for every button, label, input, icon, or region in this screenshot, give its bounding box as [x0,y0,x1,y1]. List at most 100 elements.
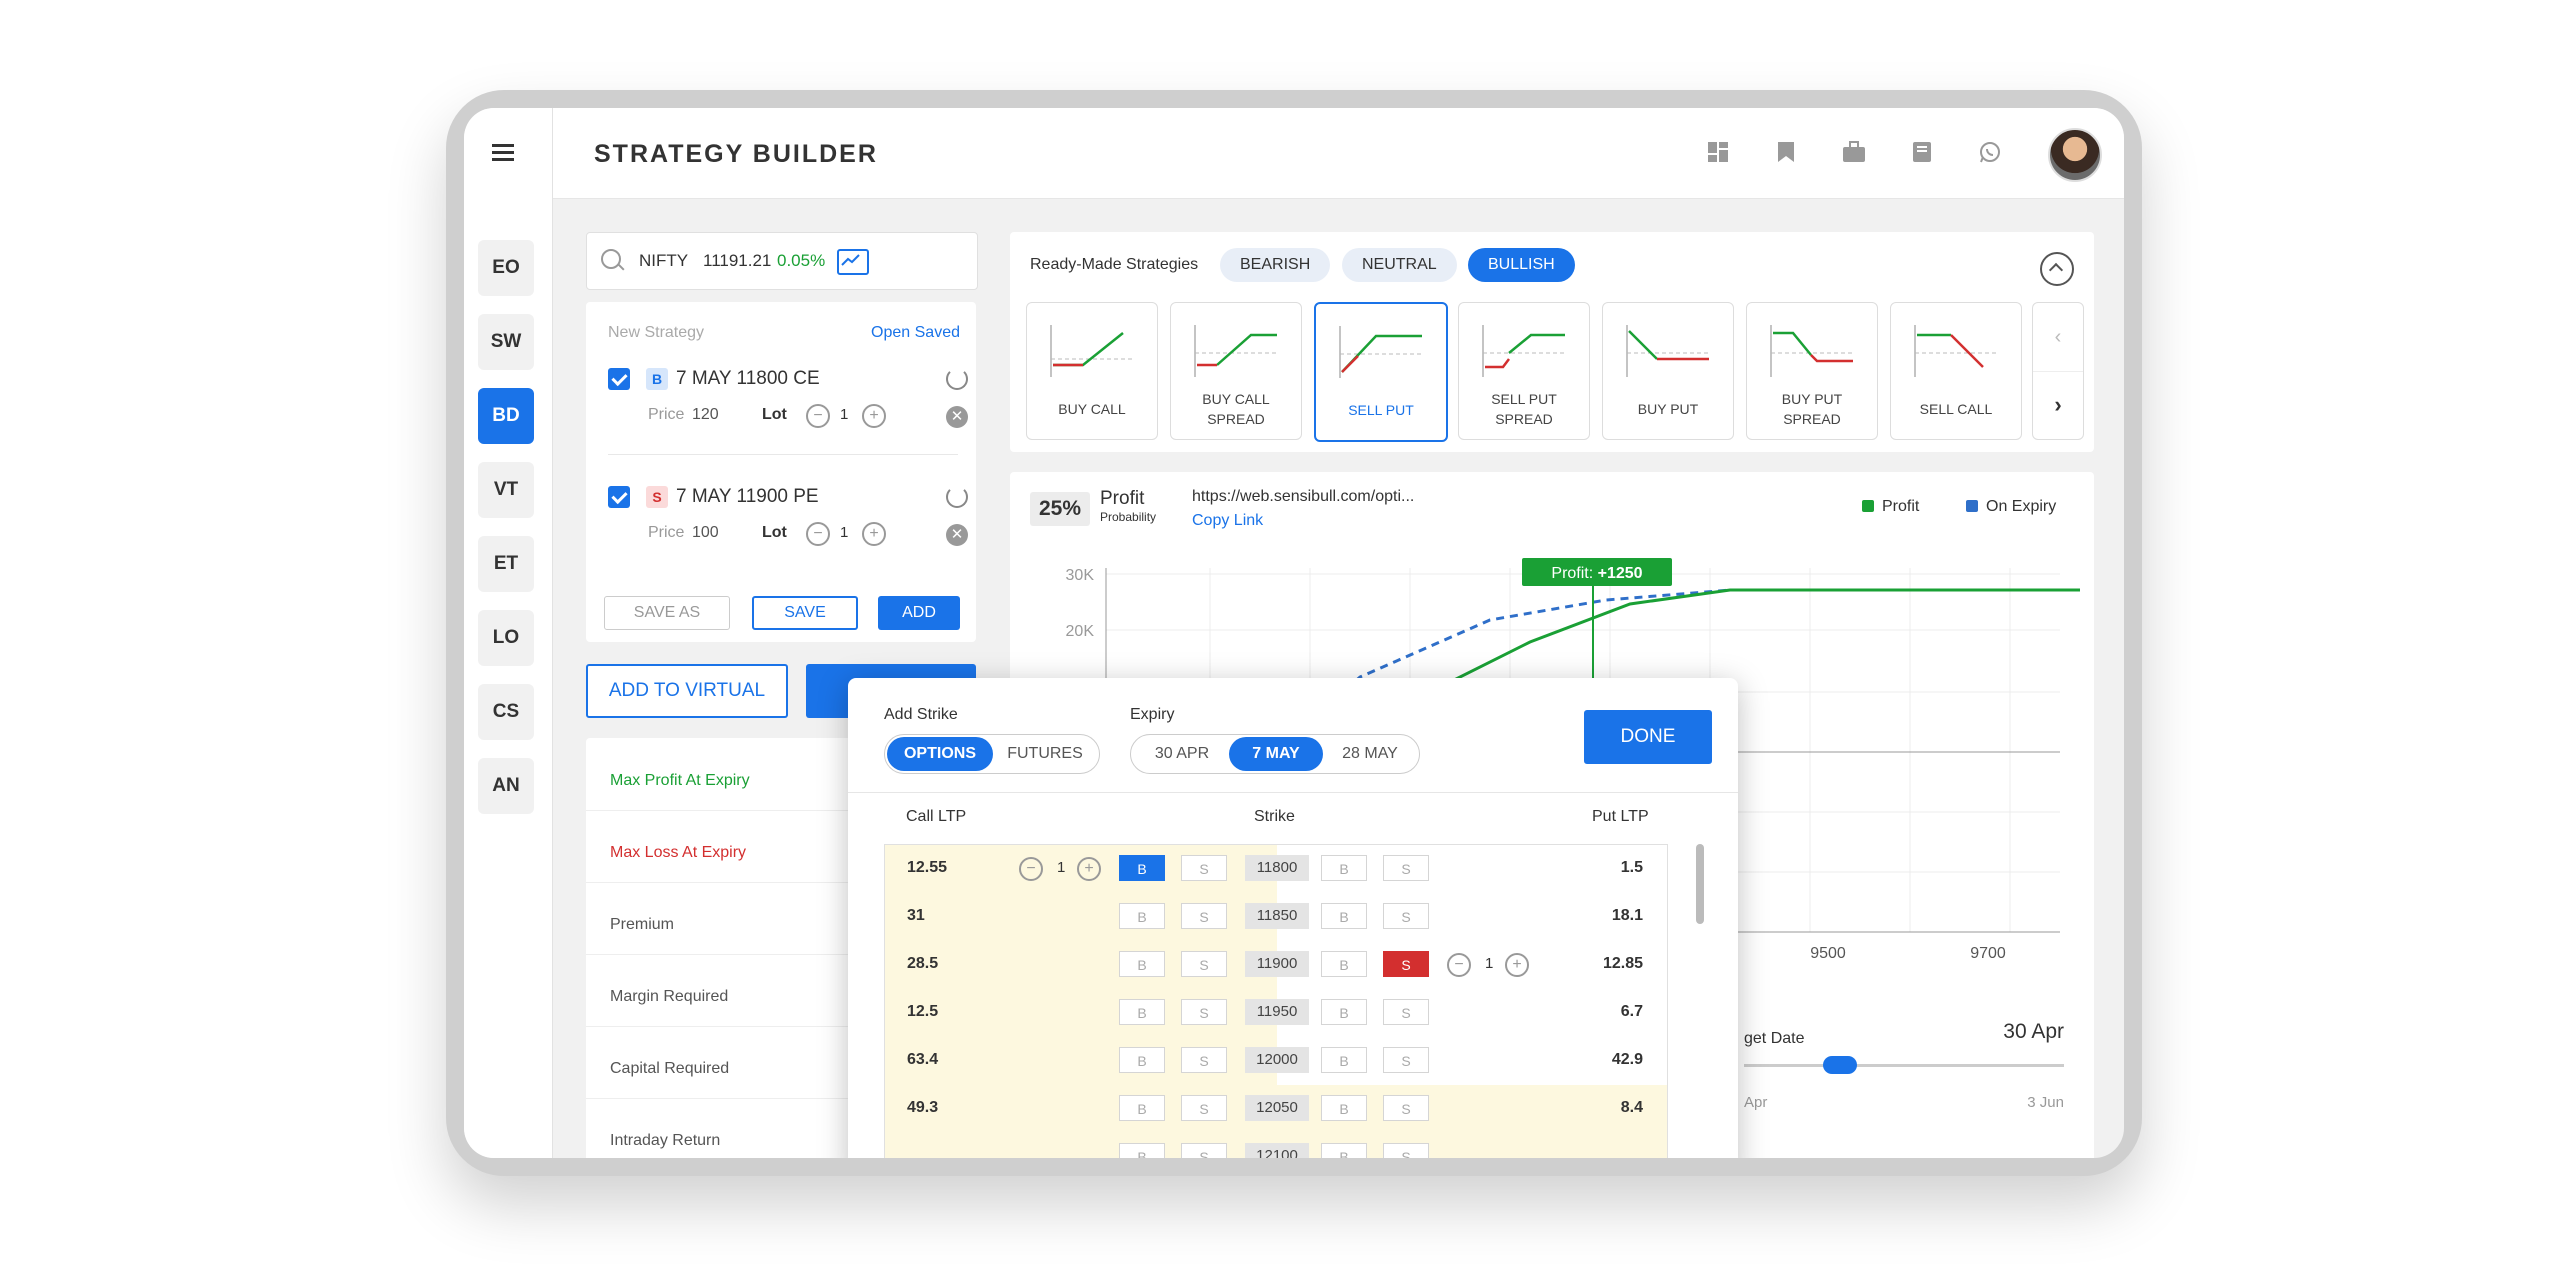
call-buy-button[interactable]: B [1119,999,1165,1025]
plus-icon[interactable]: + [1077,857,1101,881]
put-buy-button[interactable]: B [1321,1095,1367,1121]
futures-tab[interactable]: FUTURES [995,737,1095,771]
chevron-right-icon[interactable]: › [2033,371,2083,439]
filter-neutral[interactable]: NEUTRAL [1342,248,1457,282]
tile-pager: ‹ › [2032,302,2084,440]
profit-tooltip-text: Profit: +1250 [1551,565,1642,582]
put-buy-button[interactable]: B [1321,1143,1367,1158]
open-saved-link[interactable]: Open Saved [871,324,960,342]
tile-label: SELL PUT [1348,402,1414,418]
leg-checkbox[interactable] [608,368,630,390]
sidebar-item-an[interactable]: AN [478,758,534,814]
strategy-tile-buy-put-spread[interactable]: BUY PUT SPREAD [1746,302,1878,440]
strategy-tile-sell-call[interactable]: SELL CALL [1890,302,2022,440]
expiry-28-may[interactable]: 28 MAY [1323,737,1417,771]
call-sell-button[interactable]: S [1181,951,1227,977]
briefcase-icon[interactable] [1840,138,1868,166]
save-as-button[interactable]: SAVE AS [604,596,730,630]
whatsapp-icon[interactable] [1976,138,2004,166]
close-icon[interactable]: ✕ [946,524,968,546]
put-sell-button[interactable]: S [1383,951,1429,977]
minus-icon[interactable]: − [806,404,830,428]
chevron-up-icon[interactable] [2040,252,2074,286]
put-sell-button[interactable]: S [1383,1095,1429,1121]
sidebar-item-lo[interactable]: LO [478,610,534,666]
strategy-tile-buy-put[interactable]: BUY PUT [1602,302,1734,440]
put-sell-button[interactable]: S [1383,1143,1429,1158]
close-icon[interactable]: ✕ [946,406,968,428]
strategy-tile-buy-call-spread[interactable]: BUY CALL SPREAD [1170,302,1302,440]
symbol-name: NIFTY [639,251,689,270]
call-sell-button[interactable]: S [1181,999,1227,1025]
plus-icon[interactable]: + [862,522,886,546]
leg-checkbox[interactable] [608,486,630,508]
top-header: STRATEGY BUILDER [464,108,2124,199]
put-buy-button[interactable]: B [1321,1047,1367,1073]
bookmark-icon[interactable] [1772,138,1800,166]
strategy-leg: S 7 MAY 11900 PE Price 100 Lot − 1 + ✕ [608,482,968,562]
minus-icon[interactable]: − [1019,857,1043,881]
sidebar-item-vt[interactable]: VT [478,462,534,518]
call-ltp: 63.4 [907,1051,939,1068]
chevron-left-icon[interactable]: ‹ [2033,303,2083,372]
call-buy-button[interactable]: B [1119,903,1165,929]
call-buy-button[interactable]: B [1119,855,1165,881]
strategy-tile-buy-call[interactable]: BUY CALL [1026,302,1158,440]
expiry-7-may[interactable]: 7 MAY [1229,737,1323,771]
put-buy-button[interactable]: B [1321,999,1367,1025]
add-to-virtual-button[interactable]: ADD TO VIRTUAL [586,664,788,718]
filter-bullish[interactable]: BULLISH [1468,248,1575,282]
book-icon[interactable] [1908,138,1936,166]
trend-chart-icon[interactable] [837,249,869,275]
call-ltp: 28.5 [907,955,939,972]
call-buy-button[interactable]: B [1119,951,1165,977]
put-buy-button[interactable]: B [1321,951,1367,977]
call-buy-button[interactable]: B [1119,1047,1165,1073]
add-button[interactable]: ADD [878,596,960,630]
done-button[interactable]: DONE [1584,710,1712,764]
sidebar-item-bd[interactable]: BD [478,388,534,444]
refresh-icon[interactable] [946,486,968,508]
expiry-30-apr[interactable]: 30 APR [1135,737,1229,771]
call-sell-button[interactable]: S [1181,1047,1227,1073]
put-sell-button[interactable]: S [1383,1047,1429,1073]
save-button[interactable]: SAVE [752,596,858,630]
symbol-search[interactable]: NIFTY 11191.21 0.05% [586,232,978,290]
avatar[interactable] [2048,128,2102,182]
scrollbar[interactable] [1696,844,1704,924]
sidebar-item-cs[interactable]: CS [478,684,534,740]
call-sell-button[interactable]: S [1181,1095,1227,1121]
minus-icon[interactable]: − [1447,953,1471,977]
sidebar-item-et[interactable]: ET [478,536,534,592]
put-sell-button[interactable]: S [1383,999,1429,1025]
strategy-tile-sell-put-spread[interactable]: SELL PUT SPREAD [1458,302,1590,440]
date-slider-thumb[interactable] [1823,1056,1857,1074]
refresh-icon[interactable] [946,368,968,390]
call-sell-button[interactable]: S [1181,1143,1227,1158]
capital-label: Capital Required [610,1060,730,1077]
call-buy-button[interactable]: B [1119,1095,1165,1121]
put-buy-button[interactable]: B [1321,855,1367,881]
put-buy-button[interactable]: B [1321,903,1367,929]
call-sell-button[interactable]: S [1181,855,1227,881]
strike-header: Strike [1254,808,1295,825]
plus-icon[interactable]: + [1505,953,1529,977]
minus-icon[interactable]: − [806,522,830,546]
call-buy-button[interactable]: B [1119,1143,1165,1158]
call-sell-button[interactable]: S [1181,903,1227,929]
options-tab[interactable]: OPTIONS [887,737,993,771]
put-sell-button[interactable]: S [1383,855,1429,881]
sidebar-item-eo[interactable]: EO [478,240,534,296]
filter-bearish[interactable]: BEARISH [1220,248,1331,282]
lot-value: 1 [1057,859,1066,876]
strategy-tile-sell-put[interactable]: SELL PUT [1314,302,1448,442]
sidebar-item-sw[interactable]: SW [478,314,534,370]
put-sell-button[interactable]: S [1383,903,1429,929]
lot-value: 1 [1485,955,1494,972]
dashboard-icon[interactable] [1704,138,1732,166]
menu-icon[interactable] [492,140,528,166]
put-ltp-header: Put LTP [1592,808,1649,825]
tile-label-line2: SPREAD [1783,411,1841,427]
plus-icon[interactable]: + [862,404,886,428]
date-slider-track[interactable] [1744,1064,2064,1067]
